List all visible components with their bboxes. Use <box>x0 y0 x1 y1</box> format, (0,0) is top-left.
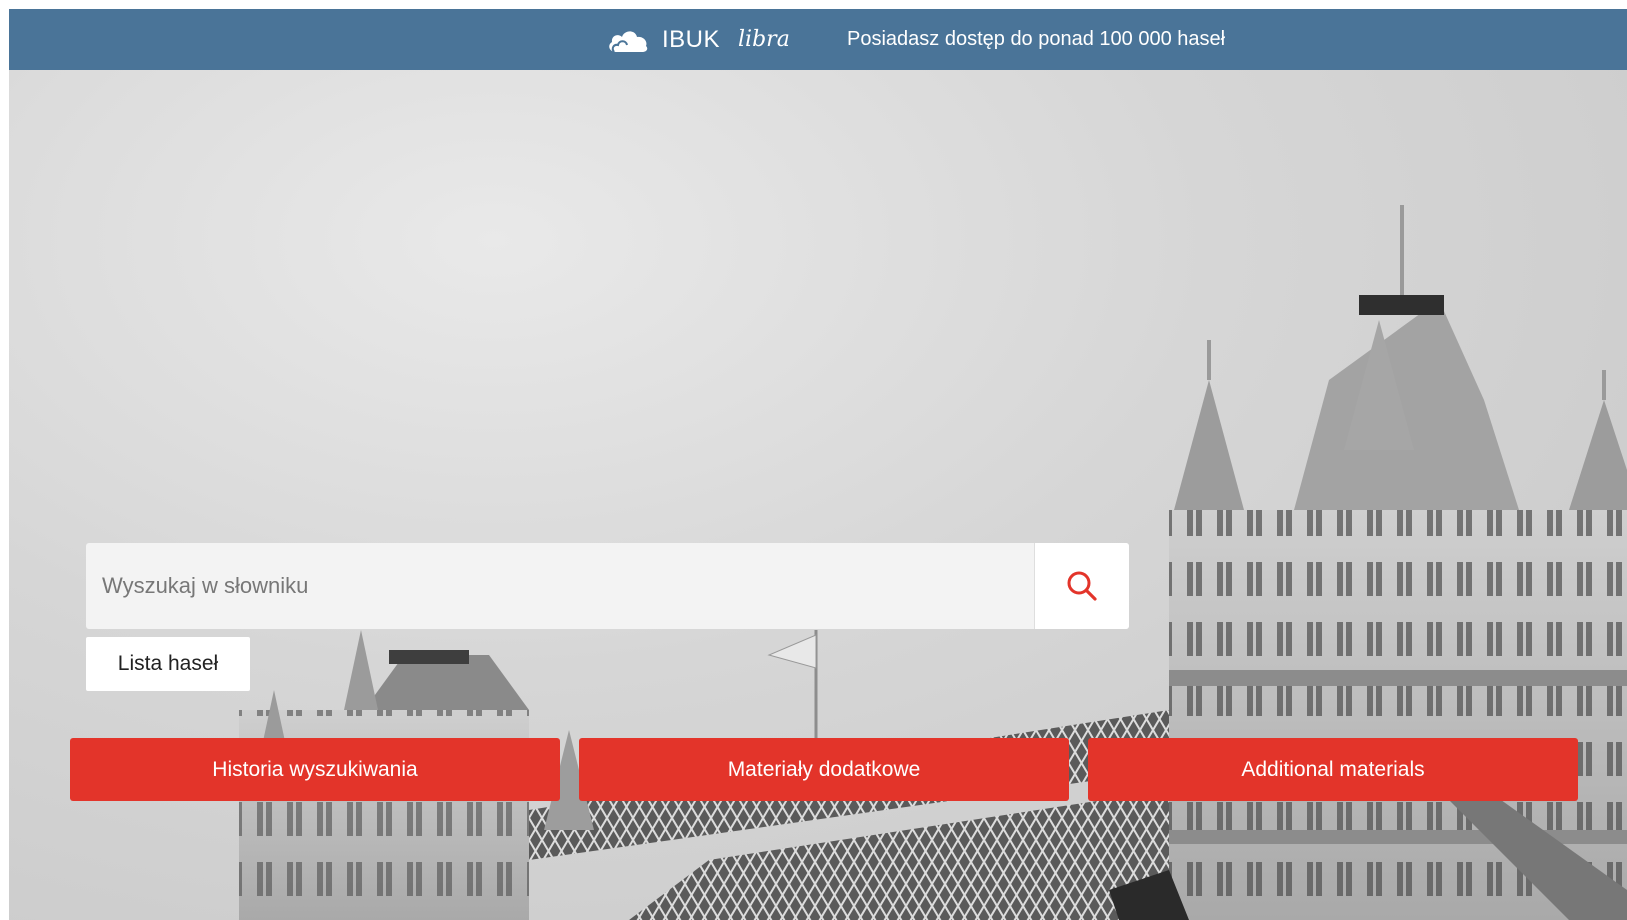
search-button[interactable] <box>1034 543 1129 629</box>
search-history-button[interactable]: Historia wyszukiwania <box>70 738 560 801</box>
search-input[interactable] <box>86 543 1034 629</box>
additional-materials-en-button[interactable]: Additional materials <box>1088 738 1578 801</box>
brand-name: IBUK <box>662 25 721 53</box>
browser-viewport: IBUK libra Posiadasz dostęp do ponad 100… <box>9 9 1627 920</box>
dictionary-search <box>86 543 1129 629</box>
entry-list-button[interactable]: Lista haseł <box>86 637 250 691</box>
brand-logo[interactable]: IBUK libra <box>606 9 790 70</box>
search-icon <box>1067 571 1097 601</box>
action-buttons: Historia wyszukiwania Materiały dodatkow… <box>70 738 1590 801</box>
brand-subtitle: libra <box>738 27 790 52</box>
top-bar: IBUK libra Posiadasz dostęp do ponad 100… <box>9 9 1627 70</box>
cloud-icon <box>609 30 648 53</box>
additional-materials-pl-button[interactable]: Materiały dodatkowe <box>579 738 1069 801</box>
access-tagline: Posiadasz dostęp do ponad 100 000 haseł <box>847 28 1226 50</box>
